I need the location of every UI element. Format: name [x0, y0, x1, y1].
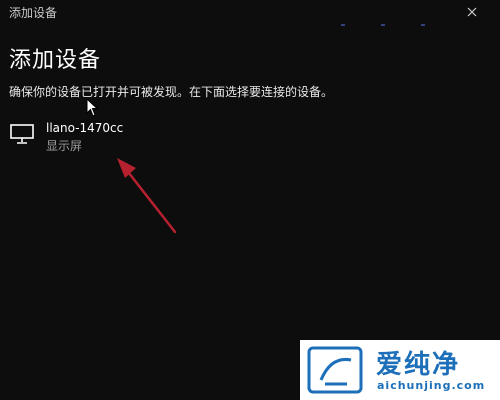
close-button[interactable]: [458, 0, 486, 24]
dialog-heading: 添加设备: [9, 48, 102, 73]
device-type: 显示屏: [46, 139, 83, 153]
monitor-icon: [10, 124, 34, 144]
mouse-cursor-icon: [86, 98, 99, 117]
watermark-brand: 爱纯净: [376, 350, 461, 380]
window-title: 添加设备: [9, 6, 58, 20]
watermark-logo-icon: [307, 346, 363, 394]
watermark: 爱纯净 aichunjing.com: [300, 340, 500, 400]
watermark-url: aichunjing.com: [377, 379, 486, 392]
device-list-item[interactable]: llano-1470cc 显示屏: [6, 120, 226, 158]
close-icon: [467, 7, 477, 17]
device-name: llano-1470cc: [46, 121, 124, 135]
instructions-text: 确保你的设备已打开并可被发现。在下面选择要连接的设备。: [9, 85, 334, 99]
